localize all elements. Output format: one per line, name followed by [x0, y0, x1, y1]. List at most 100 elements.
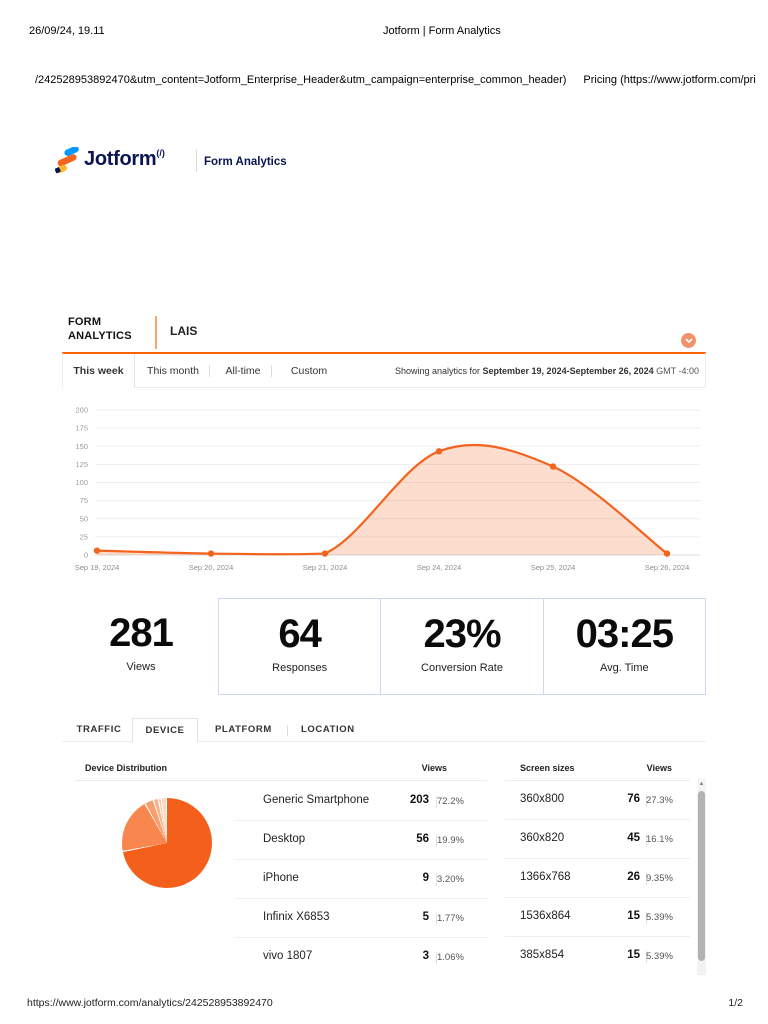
- stat-avg-time: 03:25 Avg. Time: [542, 599, 705, 694]
- device-count: 203: [409, 794, 429, 806]
- screen-size: 1536x864: [520, 910, 571, 922]
- screen-size-row: 360x800 76 27.3%: [505, 781, 690, 820]
- screen-size: 1366x768: [520, 871, 571, 883]
- screen-count: 15: [627, 910, 640, 922]
- screen-size-row: 360x820 45 16.1%: [505, 820, 690, 859]
- print-preview-page: 26/09/24, 19.11 Jotform | Form Analytics…: [0, 0, 768, 1024]
- device-name: Desktop: [263, 833, 306, 845]
- svg-text:Sep 26, 2024: Sep 26, 2024: [645, 563, 690, 572]
- svg-text:125: 125: [75, 460, 88, 469]
- views-area-chart: 0 25 50 75 100 125 150 175 200 Sep 19, 2024 Sep 20…: [75, 406, 700, 572]
- screen-panel-header: Screen sizes Views: [505, 760, 690, 781]
- product-name: Form Analytics: [204, 156, 287, 168]
- device-views-header: Views: [421, 763, 447, 773]
- svg-text:Sep 20, 2024: Sep 20, 2024: [189, 563, 234, 572]
- document-title: Jotform | Form Analytics: [383, 25, 501, 37]
- tab-this-month[interactable]: This month: [143, 354, 203, 388]
- print-datetime: 26/09/24, 19.11: [29, 25, 105, 37]
- tab-all-time[interactable]: All-time: [215, 354, 271, 388]
- svg-text:Sep 21, 2024: Sep 21, 2024: [303, 563, 348, 572]
- screen-count: 15: [627, 949, 640, 961]
- screen-size: 385x854: [520, 949, 565, 961]
- device-count: 3: [422, 950, 429, 962]
- tab-location[interactable]: LOCATION: [301, 718, 354, 742]
- date-range-tabbar: This week This month All-time Custom Sho…: [62, 352, 706, 388]
- screen-pct: 9.35%: [646, 873, 673, 884]
- screen-pct: 16.1%: [646, 834, 673, 845]
- device-pct: 1.77%: [437, 913, 464, 924]
- device-row: Infinix X6853 5 1.77%: [235, 899, 487, 938]
- svg-text:25: 25: [80, 532, 88, 541]
- avg-time-value: 03:25: [575, 612, 674, 656]
- svg-text:150: 150: [75, 442, 88, 451]
- scrollbar-up-arrow-icon[interactable]: ▲: [697, 778, 706, 790]
- device-panel-title: Device Distribution: [85, 763, 168, 773]
- device-count: 9: [422, 872, 429, 884]
- scrollbar-thumb[interactable]: [698, 791, 705, 961]
- screen-panel-title: Screen sizes: [520, 763, 575, 773]
- stat-conversion-rate: 23% Conversion Rate: [380, 599, 542, 694]
- svg-text:Sep 19, 2024: Sep 19, 2024: [75, 563, 120, 572]
- jotform-wordmark: Jotform(/): [84, 148, 165, 171]
- tab-traffic[interactable]: TRAFFIC: [73, 718, 125, 742]
- screen-pct: 5.39%: [646, 951, 673, 962]
- views-label: Views: [126, 661, 156, 673]
- screen-size-row: 1536x864 15 5.39%: [505, 898, 690, 937]
- device-name: Generic Smartphone: [263, 794, 370, 806]
- svg-text:Sep 24, 2024: Sep 24, 2024: [417, 563, 462, 572]
- device-pct: 1.06%: [437, 952, 464, 963]
- brand-suffix: (/): [156, 148, 165, 158]
- form-dropdown-button[interactable]: [681, 333, 696, 348]
- form-analytics-label-line1: FORM: [68, 316, 102, 328]
- svg-text:100: 100: [75, 478, 88, 487]
- brand-name: Jotform: [84, 148, 157, 170]
- screen-size: 360x800: [520, 793, 565, 805]
- form-name-dropdown[interactable]: LAIS: [170, 324, 197, 338]
- chevron-down-icon: [685, 338, 692, 343]
- conversion-label: Conversion Rate: [421, 662, 503, 674]
- screen-count: 26: [627, 871, 640, 883]
- screen-pct: 27.3%: [646, 795, 673, 806]
- screen-pct: 5.39%: [646, 912, 673, 923]
- device-name: Infinix X6853: [263, 911, 330, 923]
- header-url-row: /242528953892470&utm_content=Jotform_Ent…: [35, 74, 768, 86]
- logo-divider: [196, 150, 197, 172]
- device-row: Generic Smartphone 203 72.2%: [235, 782, 487, 821]
- screen-views-header: Views: [646, 763, 672, 773]
- device-row: vivo 1807 3 1.06%: [235, 938, 487, 977]
- jotform-logo-icon: [54, 146, 80, 179]
- page-indicator: 1/2: [728, 997, 743, 1009]
- tab-custom[interactable]: Custom: [279, 354, 339, 388]
- device-pct: 3.20%: [437, 874, 464, 885]
- tab-this-week[interactable]: This week: [63, 354, 135, 388]
- svg-text:175: 175: [75, 424, 88, 433]
- screen-size-row: 385x854 15 5.39%: [505, 937, 690, 976]
- tab-separator: [271, 365, 272, 377]
- screen-count: 76: [627, 793, 640, 805]
- device-count: 5: [422, 911, 429, 923]
- responses-label: Responses: [272, 662, 328, 674]
- device-name: iPhone: [263, 872, 299, 884]
- stat-views: 281 Views: [70, 598, 212, 695]
- form-analytics-label: FORM ANALYTICS: [68, 315, 132, 343]
- device-distribution-pie-chart: [122, 798, 212, 888]
- device-name: vivo 1807: [263, 950, 313, 962]
- showing-date-range: September 19, 2024-September 26, 2024: [482, 366, 654, 376]
- svg-text:50: 50: [80, 514, 88, 523]
- tab-device[interactable]: DEVICE: [132, 718, 198, 742]
- svg-text:0: 0: [84, 551, 88, 560]
- screen-size: 360x820: [520, 832, 565, 844]
- detail-tabbar: TRAFFIC DEVICE PLATFORM LOCATION: [62, 718, 706, 742]
- screen-panel-scrollbar[interactable]: ▲: [697, 778, 706, 975]
- stat-responses: 64 Responses: [219, 599, 380, 694]
- tab-platform[interactable]: PLATFORM: [215, 718, 271, 742]
- conversion-value: 23%: [423, 612, 501, 656]
- responses-value: 64: [278, 612, 322, 656]
- svg-text:200: 200: [75, 406, 88, 415]
- svg-text:Sep 25, 2024: Sep 25, 2024: [531, 563, 576, 572]
- tab-separator: [287, 725, 288, 736]
- footer-url: https://www.jotform.com/analytics/242528…: [27, 997, 273, 1009]
- tab-separator: [209, 365, 210, 377]
- device-count: 56: [416, 833, 429, 845]
- form-analytics-label-line2: ANALYTICS: [68, 330, 132, 342]
